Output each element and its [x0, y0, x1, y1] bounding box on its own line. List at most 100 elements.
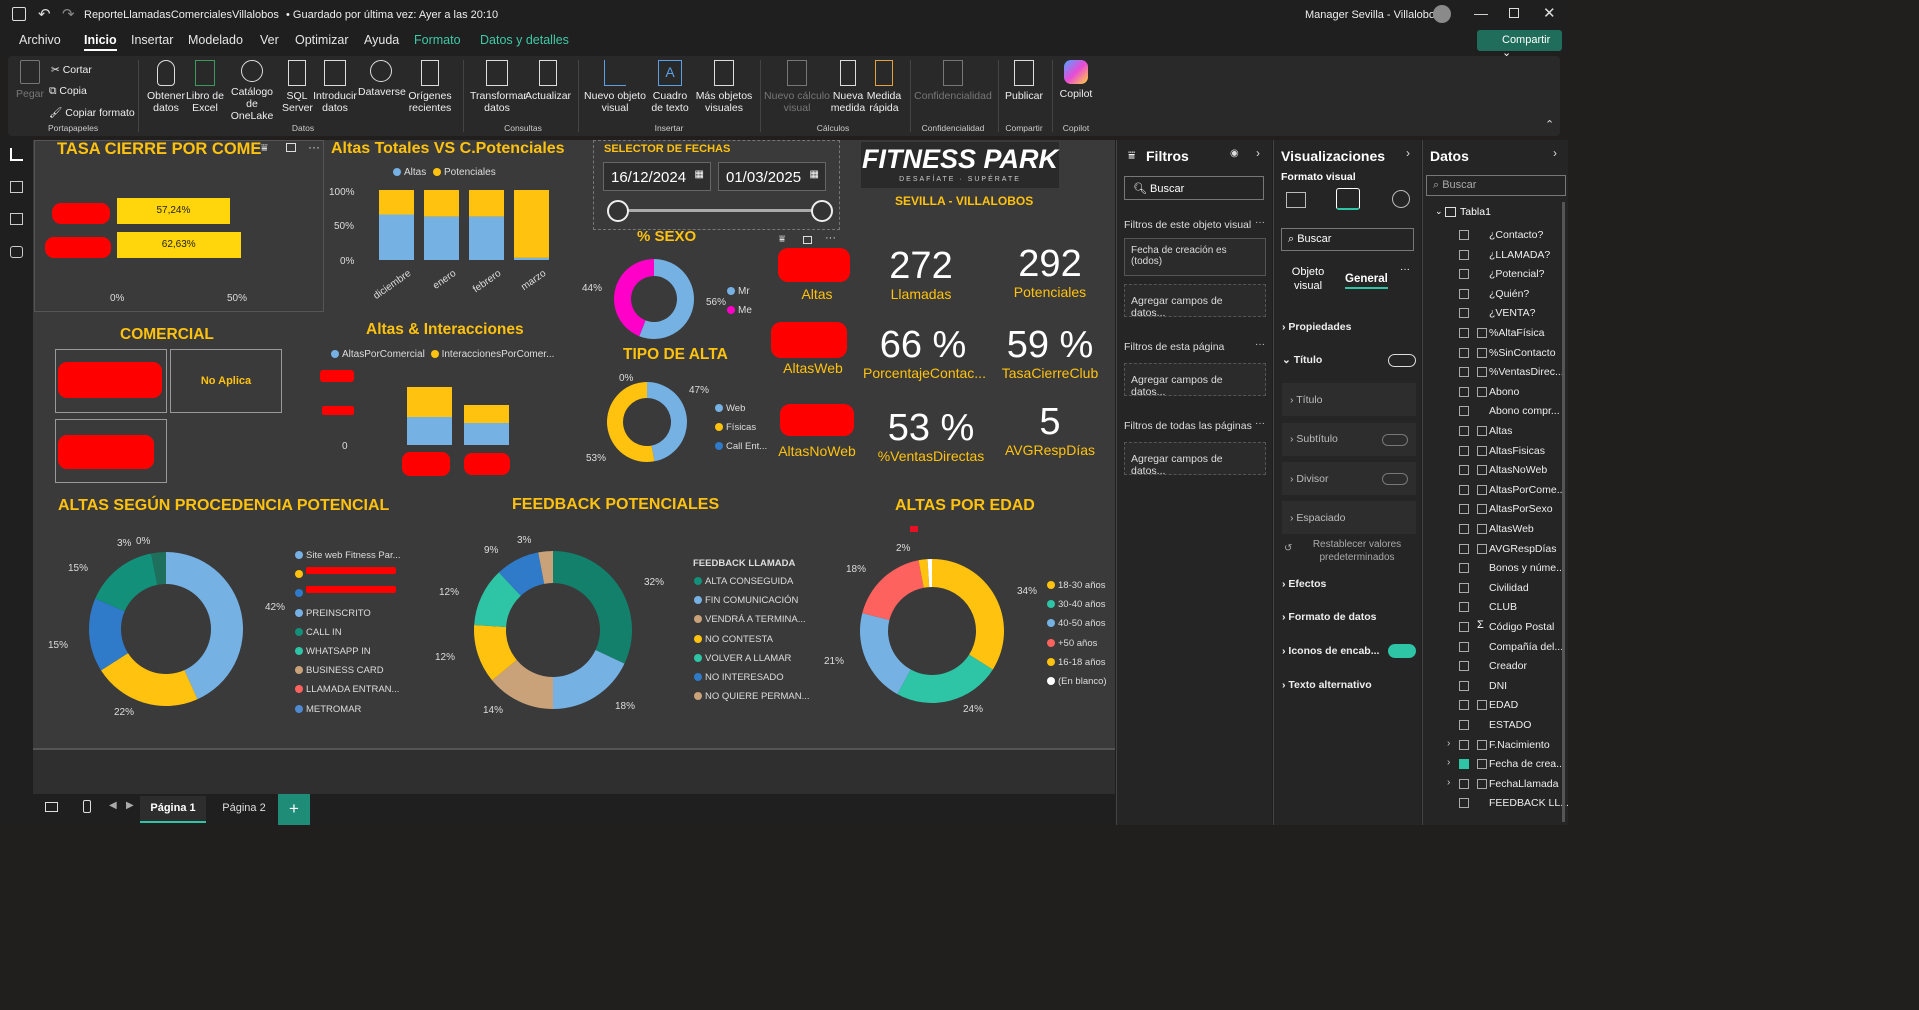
field-item[interactable]: DNI [1423, 678, 1561, 696]
interacciones-bar[interactable] [464, 405, 509, 423]
field-checkbox[interactable] [1459, 524, 1469, 534]
table-view-icon[interactable] [10, 181, 23, 193]
field-item[interactable]: Abono [1423, 384, 1561, 402]
reset-icon[interactable]: ↺ [1284, 543, 1292, 554]
field-checkbox[interactable] [1459, 484, 1469, 495]
recent-sources-button[interactable]: Orígenes recientes [406, 60, 454, 114]
field-checkbox[interactable] [1459, 700, 1469, 711]
viz-search-input[interactable]: ⌕ Buscar [1281, 228, 1414, 251]
donut-slice[interactable] [860, 613, 911, 695]
field-item[interactable]: ¿Contacto? [1423, 227, 1561, 245]
page-tab-1[interactable]: Página 1 [140, 796, 206, 823]
field-checkbox[interactable] [1459, 288, 1469, 299]
field-item[interactable]: AltasPorCome... [1423, 482, 1565, 500]
format-visual-icon[interactable] [1336, 188, 1360, 210]
altas-segment[interactable] [379, 214, 414, 261]
field-item[interactable]: AVGRespDías [1423, 541, 1561, 559]
field-checkbox[interactable] [1459, 328, 1469, 338]
chevron-right-icon[interactable]: › [1447, 777, 1450, 788]
copy-button[interactable]: ⧉ Copia [49, 85, 87, 98]
menu-inicio[interactable]: Inicio [84, 33, 117, 51]
desktop-layout-icon[interactable] [45, 802, 58, 812]
filters-search-input[interactable]: 🔍︎ Buscar [1124, 176, 1264, 200]
field-checkbox[interactable] [1459, 367, 1469, 378]
collapse-pane-icon[interactable]: › [1406, 146, 1410, 160]
textbox-button[interactable]: A Cuadro de texto [646, 60, 694, 114]
field-item[interactable]: %SinContacto [1423, 345, 1561, 363]
visual-calc-button[interactable]: Nuevo cálculo visual [764, 60, 830, 114]
field-checkbox[interactable] [1459, 347, 1469, 358]
field-item[interactable]: %AltaFísica [1423, 325, 1561, 343]
field-item[interactable]: ESTADO [1423, 717, 1561, 735]
add-data-fields-drop[interactable]: Agregar campos de datos... [1124, 363, 1266, 398]
field-checkbox[interactable] [1459, 249, 1469, 260]
section-iconos-encabezado[interactable]: › Iconos de encab... [1282, 645, 1379, 657]
altas-segment[interactable] [424, 216, 459, 260]
save-icon[interactable] [12, 7, 26, 21]
donut-slice[interactable] [95, 553, 158, 612]
tab-general[interactable]: General [1345, 273, 1388, 289]
field-checkbox[interactable] [1459, 386, 1469, 397]
subsection-subtitulo[interactable]: › Subtítulo [1290, 433, 1338, 445]
chevron-right-icon[interactable]: › [1447, 738, 1450, 749]
minimize-icon[interactable]: — [1474, 5, 1488, 21]
chevron-right-icon[interactable]: › [1447, 757, 1450, 768]
reset-defaults-link[interactable]: Restablecer valores predeterminados [1302, 538, 1412, 564]
field-checkbox[interactable] [1459, 720, 1469, 730]
field-item[interactable]: AltasFisicas [1423, 443, 1561, 461]
build-visual-icon[interactable] [1286, 192, 1306, 208]
section-formato-datos[interactable]: › Formato de datos [1282, 611, 1377, 623]
more-options-icon[interactable]: ··· [1255, 217, 1265, 228]
model-view-icon[interactable] [10, 213, 23, 225]
section-efectos[interactable]: › Efectos [1282, 578, 1326, 590]
calendar-icon[interactable]: ▦ [810, 169, 819, 180]
tasa-cierre-visual[interactable] [34, 140, 324, 312]
field-item[interactable]: Bonos y núme... [1423, 560, 1565, 578]
undo-icon[interactable]: ↶ [38, 5, 51, 23]
field-checkbox[interactable] [1459, 661, 1469, 672]
menu-datos-detalles[interactable]: Datos y detalles [480, 33, 569, 47]
field-item[interactable]: ¿VENTA? [1423, 305, 1561, 323]
file-name[interactable]: ReporteLlamadasComercialesVillalobos [84, 9, 279, 21]
altas-bar[interactable] [464, 423, 509, 445]
section-titulo[interactable]: ⌄ Título [1282, 354, 1322, 366]
dax-view-icon[interactable] [10, 246, 23, 258]
table-name[interactable]: Tabla1 [1460, 206, 1491, 218]
field-item[interactable]: Civilidad [1423, 580, 1561, 598]
field-checkbox[interactable] [1459, 641, 1469, 652]
tasa-bar[interactable]: 62,63% [117, 232, 241, 258]
menu-ver[interactable]: Ver [260, 33, 279, 47]
slider-handle-end[interactable] [811, 200, 833, 222]
field-checkbox[interactable] [1459, 308, 1469, 319]
field-checkbox[interactable] [1459, 563, 1469, 574]
field-item[interactable]: CLUB [1423, 599, 1561, 617]
more-visuals-button[interactable]: Más objetos visuales [694, 60, 754, 114]
publish-button[interactable]: Publicar [1002, 60, 1046, 102]
field-checkbox[interactable] [1459, 582, 1469, 593]
more-options-icon[interactable]: ··· [1255, 418, 1265, 429]
potenciales-segment[interactable] [469, 190, 504, 217]
titulo-toggle[interactable] [1388, 354, 1416, 367]
field-item[interactable]: AltasWeb [1423, 521, 1561, 539]
cut-button[interactable]: ✂ Cortar [51, 64, 92, 76]
potenciales-segment[interactable] [424, 190, 459, 217]
mobile-layout-icon[interactable] [83, 800, 91, 813]
procedencia-donut[interactable] [88, 551, 244, 707]
divisor-toggle[interactable] [1382, 473, 1408, 485]
date-from-input[interactable]: 16/12/2024 ▦ [603, 162, 711, 191]
excel-button[interactable]: Libro de Excel [186, 60, 224, 114]
data-search-input[interactable]: ⌕ Buscar [1426, 175, 1566, 196]
filter-icon[interactable]: ⩸ [779, 234, 785, 245]
field-item[interactable]: › Fecha de crea... [1423, 756, 1565, 774]
sexo-donut[interactable] [613, 258, 695, 340]
subsection-divisor[interactable]: › Divisor [1290, 473, 1329, 485]
field-item[interactable]: Altas [1423, 423, 1561, 441]
date-to-input[interactable]: 01/03/2025 ▦ [718, 162, 826, 191]
iconos-toggle[interactable] [1388, 644, 1416, 658]
maximize-icon[interactable] [1509, 8, 1519, 18]
copilot-button[interactable]: Copilot [1056, 60, 1096, 100]
section-propiedades[interactable]: › Propiedades [1282, 321, 1351, 333]
calendar-icon[interactable]: ▦ [695, 169, 704, 180]
field-item[interactable]: › F.Nacimiento [1423, 737, 1561, 755]
more-options-icon[interactable]: ··· [1400, 264, 1410, 275]
